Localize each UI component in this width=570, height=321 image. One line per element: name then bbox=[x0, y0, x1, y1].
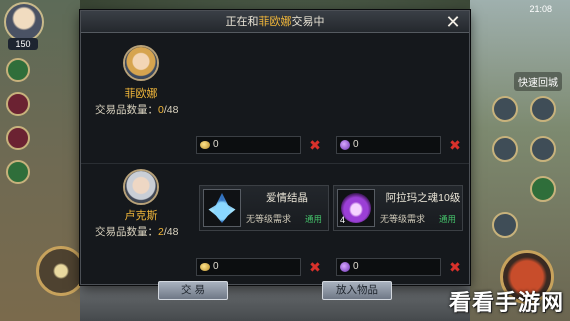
self-gold-remove-icon[interactable]: ✖ bbox=[307, 259, 323, 275]
self-gem-remove-icon[interactable]: ✖ bbox=[447, 259, 463, 275]
partner-gem-remove-icon[interactable]: ✖ bbox=[447, 137, 463, 153]
bottom-button-strip bbox=[80, 285, 470, 321]
self-gem-field[interactable]: 0 bbox=[336, 258, 441, 276]
partner-name: 菲欧娜 bbox=[124, 88, 158, 100]
star-skill-icon[interactable] bbox=[530, 96, 556, 122]
lotus-skill-icon[interactable] bbox=[492, 136, 518, 162]
trade-dialog: 正在和菲欧娜交易中 ✕ 菲欧娜 交易品数量：0/48 0 ✖ 0 ✖ 卢克斯 交… bbox=[80, 10, 470, 285]
self-avatar bbox=[123, 169, 159, 205]
quick-return-button[interactable]: 快速回城 bbox=[514, 72, 562, 91]
item-bound-status: 通用 bbox=[304, 214, 322, 224]
self-count-max: /48 bbox=[163, 226, 179, 238]
mount-chip-icon[interactable] bbox=[6, 160, 30, 184]
shield-skill-icon[interactable] bbox=[530, 136, 556, 162]
gem-icon bbox=[340, 140, 350, 150]
item-requirement: 无等级需求 bbox=[246, 214, 292, 224]
left-hud-panel: 150 bbox=[0, 0, 86, 321]
site-watermark: 看看手游网 bbox=[448, 290, 564, 315]
buff-chip-icon[interactable] bbox=[6, 92, 30, 116]
title-prefix: 正在和 bbox=[225, 16, 259, 28]
player-avatar[interactable] bbox=[4, 2, 44, 42]
partner-item-count: 交易品数量：0/48 bbox=[95, 102, 178, 117]
skill-chip-icon[interactable] bbox=[6, 58, 30, 82]
right-hud-panel: 21:08 快速回城 bbox=[470, 0, 570, 321]
item-name: 阿拉玛之魂10级 bbox=[385, 192, 461, 204]
dialog-title: 正在和菲欧娜交易中 bbox=[81, 11, 469, 33]
partner-count-label: 交易品数量： bbox=[95, 104, 158, 116]
self-item-count: 交易品数量：2/48 bbox=[95, 224, 178, 239]
blue-crystal-icon bbox=[203, 189, 241, 227]
item-name: 爱情结晶 bbox=[266, 192, 308, 204]
title-suffix: 交易中 bbox=[291, 16, 325, 28]
partner-avatar bbox=[123, 45, 159, 81]
attack-skill-icon[interactable] bbox=[492, 96, 518, 122]
trade-button[interactable]: 交 易 bbox=[158, 281, 228, 300]
partner-gem-field: 0 bbox=[336, 136, 441, 154]
trade-item-card[interactable]: 4 阿拉玛之魂10级 无等级需求 通用 bbox=[333, 185, 463, 231]
self-gold-value: 0 bbox=[213, 261, 219, 272]
purple-soul-icon: 4 bbox=[337, 189, 375, 227]
partner-count-max: /48 bbox=[163, 104, 179, 116]
section-divider bbox=[81, 163, 469, 164]
partner-gold-field: 0 bbox=[196, 136, 301, 154]
gold-coin-icon bbox=[200, 141, 210, 149]
title-partner-name: 菲欧娜 bbox=[258, 16, 292, 28]
trade-item-card[interactable]: 爱情结晶 无等级需求 通用 bbox=[199, 185, 329, 231]
item-requirement: 无等级需求 bbox=[380, 214, 426, 224]
self-name: 卢克斯 bbox=[124, 210, 158, 222]
partner-gem-value: 0 bbox=[353, 139, 359, 150]
partner-gold-remove-icon[interactable]: ✖ bbox=[307, 137, 323, 153]
gem-icon bbox=[340, 262, 350, 272]
self-gem-value: 0 bbox=[353, 261, 359, 272]
virtual-joystick[interactable] bbox=[36, 246, 86, 296]
dash-skill-icon[interactable] bbox=[492, 212, 518, 238]
partner-gold-value: 0 bbox=[213, 139, 219, 150]
clock-readout: 21:08 bbox=[529, 4, 552, 14]
add-item-button[interactable]: 放入物品 bbox=[322, 281, 392, 300]
player-level: 150 bbox=[8, 38, 38, 50]
pet-chip-icon[interactable] bbox=[6, 126, 30, 150]
item-bound-status: 通用 bbox=[438, 214, 456, 224]
gold-coin-icon bbox=[200, 263, 210, 271]
self-count-label: 交易品数量： bbox=[95, 226, 158, 238]
close-icon[interactable]: ✕ bbox=[443, 12, 463, 32]
item-stack-count: 4 bbox=[340, 215, 346, 225]
self-gold-field[interactable]: 0 bbox=[196, 258, 301, 276]
plus-icon[interactable] bbox=[530, 176, 556, 202]
